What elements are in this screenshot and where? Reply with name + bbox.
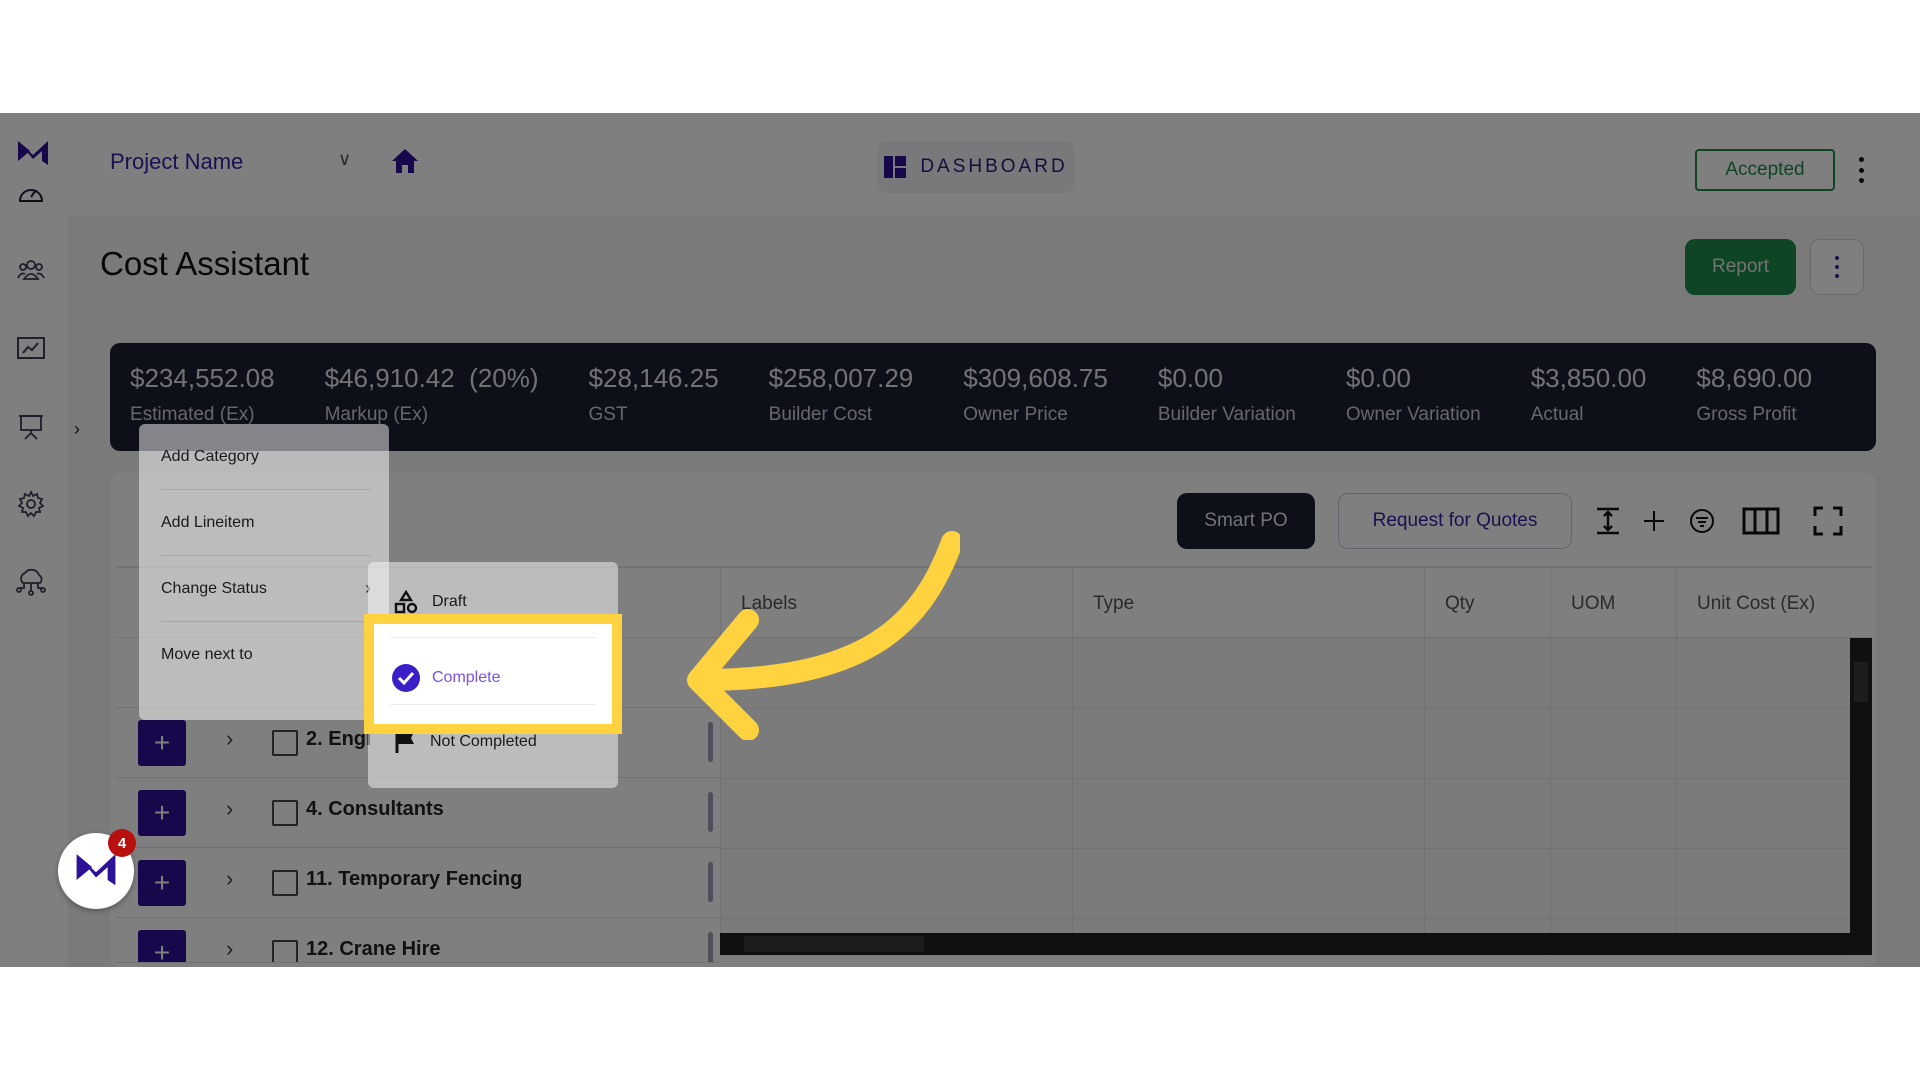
menu-item-label: Add Category — [161, 447, 259, 465]
status-option-label: Draft — [432, 593, 467, 610]
menu-item-label: Add Lineitem — [161, 513, 255, 531]
check-circle-icon — [392, 664, 420, 692]
brand-logo-icon — [76, 854, 116, 886]
status-option-complete[interactable]: Complete — [392, 664, 500, 692]
divider — [390, 637, 596, 638]
status-option-label: Complete — [432, 669, 501, 686]
status-option-draft[interactable]: Draft — [394, 590, 467, 614]
draft-shapes-icon — [394, 590, 418, 614]
menu-item-label: Move next to — [161, 646, 253, 663]
divider — [390, 704, 596, 705]
menu-item-add-category[interactable]: Add Category — [161, 424, 371, 490]
status-option-label: Not Completed — [430, 733, 537, 750]
annotation-arrow-icon — [687, 531, 960, 740]
menu-item-change-status[interactable]: Change Status› — [161, 556, 371, 622]
context-menu: Add Category Add Lineitem Change Status›… — [139, 424, 389, 720]
menu-item-label: Change Status — [161, 579, 267, 597]
notification-badge: 4 — [108, 829, 136, 857]
menu-item-add-lineitem[interactable]: Add Lineitem — [161, 490, 371, 556]
highlighted-complete-option: Complete — [364, 614, 622, 734]
menu-item-move-next-to[interactable]: Move next to› — [161, 622, 371, 688]
